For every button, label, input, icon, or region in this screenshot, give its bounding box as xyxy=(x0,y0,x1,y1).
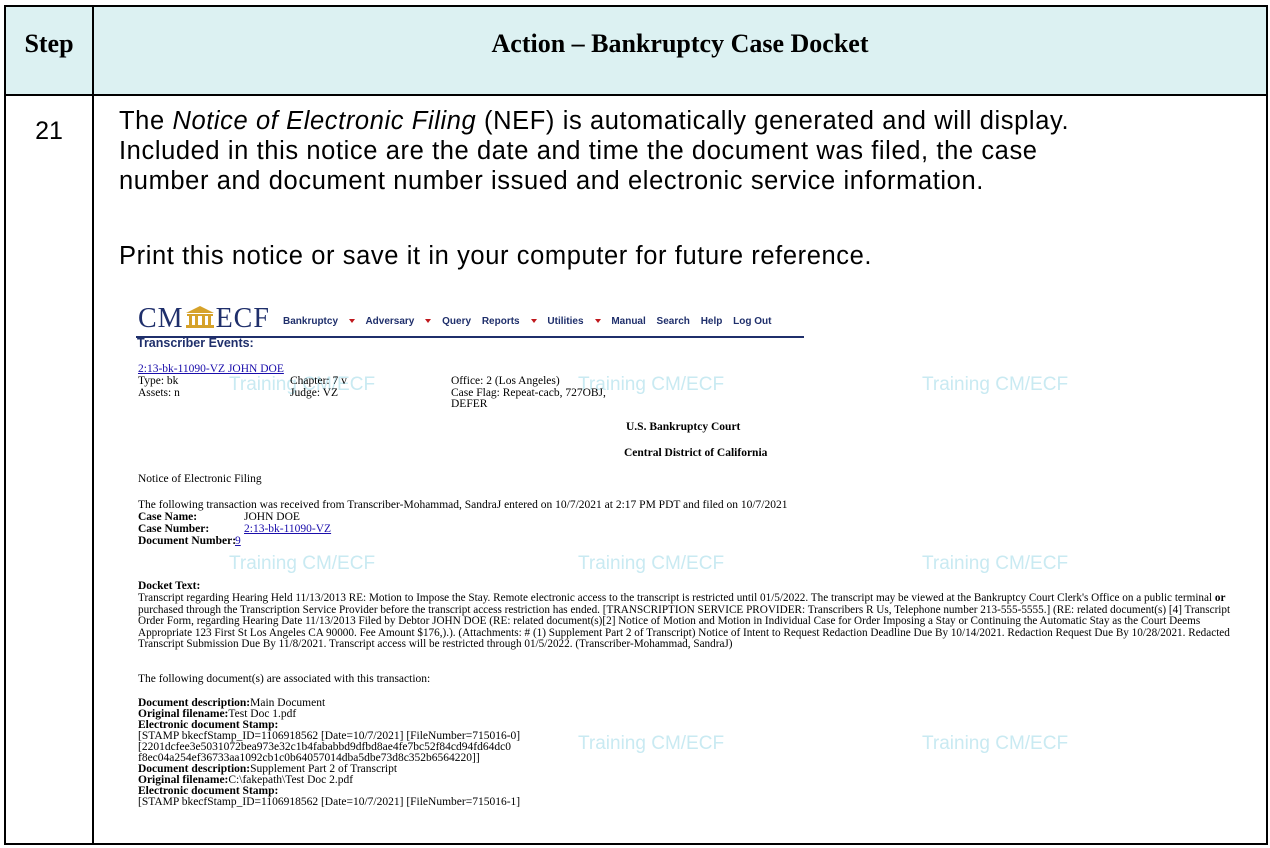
watermark: Training CM/ECF xyxy=(922,374,1069,395)
court-name: U.S. Bankruptcy Court xyxy=(626,421,741,433)
case-flag-cont: DEFER xyxy=(451,398,488,410)
case-number-label: Case Number: xyxy=(138,523,210,535)
transaction-line: The following transaction was received f… xyxy=(138,499,788,511)
watermark: Training CM/ECF xyxy=(578,553,725,574)
menu-query[interactable]: Query xyxy=(442,316,471,327)
caret-down-icon xyxy=(530,319,537,323)
caret-down-icon xyxy=(594,319,601,323)
menu-logout[interactable]: Log Out xyxy=(733,316,771,327)
logo-text-right: ECF xyxy=(215,303,270,334)
watermark: Training CM/ECF xyxy=(229,553,376,574)
court-district: Central District of California xyxy=(624,447,768,459)
case-type: Type: bk xyxy=(138,375,179,387)
table-header-row: Step Action – Bankruptcy Case Docket xyxy=(6,7,1266,96)
instruction-text: number and document number issued and el… xyxy=(119,167,984,195)
case-assets: Assets: n xyxy=(138,387,180,399)
courthouse-icon xyxy=(185,306,214,328)
nef-screenshot: Training CM/ECF Training CM/ECF Training… xyxy=(116,302,1256,847)
instruction-text: The xyxy=(119,107,173,135)
case-link[interactable]: 2:13-bk-11090-VZ JOHN DOE xyxy=(138,363,284,376)
assoc-line: The following document(s) are associated… xyxy=(138,673,431,685)
case-name-label: Case Name: xyxy=(138,511,198,523)
step-instruction: The Notice of Electronic Filing (NEF) is… xyxy=(119,106,1269,196)
doc2-stamp-1: [STAMP bkecfStamp_ID=1106918562 [Date=10… xyxy=(138,796,521,808)
menu-manual[interactable]: Manual xyxy=(611,316,645,327)
step-number: 21 xyxy=(35,117,63,145)
instruction-italic: Notice of Electronic Filing xyxy=(172,107,477,135)
menu-reports[interactable]: Reports xyxy=(482,316,537,327)
menu-help[interactable]: Help xyxy=(701,316,723,327)
menu-bankruptcy[interactable]: Bankruptcy xyxy=(283,316,356,327)
column-divider xyxy=(92,7,94,843)
doc-number-link[interactable]: 9 xyxy=(235,535,241,548)
logo-text-left: CM xyxy=(138,303,184,334)
instruction-text: (NEF) is automatically generated and wil… xyxy=(476,107,1070,135)
step-instruction-print: Print this notice or save it in your com… xyxy=(119,242,873,270)
caret-down-icon xyxy=(349,319,356,323)
header-action: Action – Bankruptcy Case Docket xyxy=(491,29,869,58)
doc-number-label: Document Number: xyxy=(138,535,237,547)
page-title: Transcriber Events: xyxy=(137,336,254,350)
case-name-value: JOHN DOE xyxy=(244,511,300,523)
menu-search[interactable]: Search xyxy=(657,316,690,327)
case-number-link[interactable]: 2:13-bk-11090-VZ xyxy=(244,523,331,536)
case-office: Office: 2 (Los Angeles) xyxy=(451,375,560,387)
cmecf-logo: CM ECF xyxy=(138,305,270,333)
watermark: Training CM/ECF xyxy=(578,733,725,754)
instruction-text: Included in this notice are the date and… xyxy=(119,137,1038,165)
caret-down-icon xyxy=(425,319,432,323)
docket-text: Transcript regarding Hearing Held 11/13/… xyxy=(138,592,1231,651)
header-step: Step xyxy=(24,29,74,58)
step-table: Step Action – Bankruptcy Case Docket 21 … xyxy=(4,5,1268,845)
menu-utilities[interactable]: Utilities xyxy=(547,316,601,327)
watermark: Training CM/ECF xyxy=(922,553,1069,574)
menu-adversary[interactable]: Adversary xyxy=(365,316,432,327)
watermark: Training CM/ECF xyxy=(922,733,1069,754)
case-judge: Judge: VZ xyxy=(290,387,339,399)
docket-label: Docket Text: xyxy=(138,580,201,592)
case-chapter: Chapter: 7 v xyxy=(290,375,347,387)
nef-title: Notice of Electronic Filing xyxy=(138,473,262,485)
ecf-menu-bar: Bankruptcy Adversary Query Reports Utili… xyxy=(283,316,779,328)
